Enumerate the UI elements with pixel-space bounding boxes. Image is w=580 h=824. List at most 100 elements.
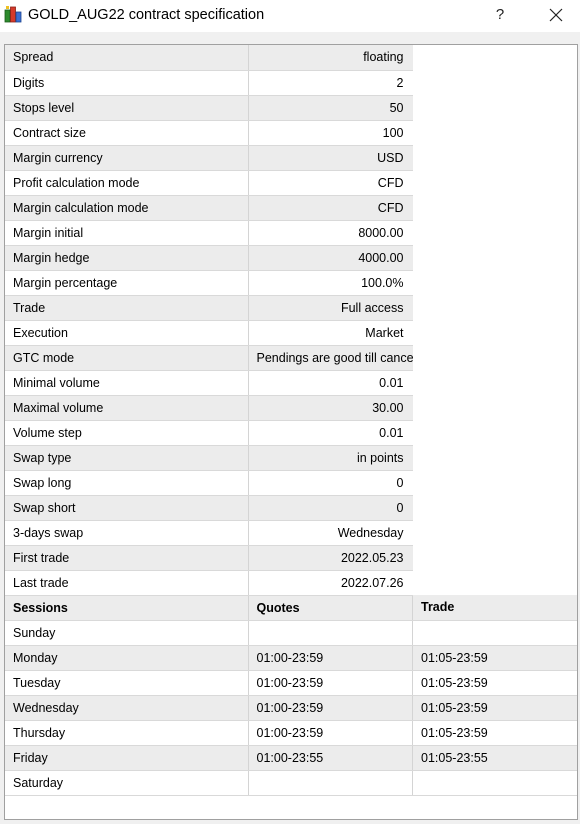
window-title: GOLD_AUG22 contract specification <box>28 7 265 23</box>
spec-row[interactable]: Execution Market <box>5 320 577 346</box>
quotes-header: Quotes <box>248 595 413 621</box>
session-trade: 01:05-23:59 <box>412 670 577 696</box>
session-row[interactable]: Tuesday 01:00-23:59 01:05-23:59 <box>5 670 577 696</box>
spec-row[interactable]: Margin hedge 4000.00 <box>5 245 577 271</box>
spec-value: 0 <box>248 495 413 521</box>
spec-value: Pendings are good till cancel <box>248 345 413 371</box>
spec-label: Trade <box>5 295 249 321</box>
spec-label: Minimal volume <box>5 370 249 396</box>
terminal-app-icon <box>4 5 22 23</box>
spec-value: Wednesday <box>248 520 413 546</box>
spec-value: CFD <box>248 195 413 221</box>
spec-label: Maximal volume <box>5 395 249 421</box>
session-quotes: 01:00-23:59 <box>248 670 413 696</box>
spec-row[interactable]: Swap short 0 <box>5 495 577 521</box>
spec-value: 0 <box>248 470 413 496</box>
spec-row[interactable]: Minimal volume 0.01 <box>5 370 577 396</box>
session-row[interactable]: Friday 01:00-23:55 01:05-23:55 <box>5 745 577 771</box>
spec-label: Stops level <box>5 95 249 121</box>
session-day: Monday <box>5 645 249 671</box>
sessions-header: Sessions <box>5 595 249 621</box>
spec-label: Margin hedge <box>5 245 249 271</box>
session-trade <box>412 620 577 646</box>
spec-label: Margin calculation mode <box>5 195 249 221</box>
spec-label: Execution <box>5 320 249 346</box>
session-quotes: 01:00-23:59 <box>248 720 413 746</box>
spec-row[interactable]: Last trade 2022.07.26 <box>5 570 577 596</box>
spec-row[interactable]: Margin currency USD <box>5 145 577 171</box>
spec-row[interactable]: Digits 2 <box>5 70 577 96</box>
spec-value: in points <box>248 445 413 471</box>
spec-label: Swap long <box>5 470 249 496</box>
sessions-header-row: Sessions Quotes Trade <box>5 595 577 621</box>
spec-row[interactable]: Margin percentage 100.0% <box>5 270 577 296</box>
title-bar: GOLD_AUG22 contract specification ? <box>0 0 580 32</box>
session-trade <box>412 770 577 796</box>
dialog-body: Spread floating Digits 2 Stops level 50 Contra… <box>0 32 580 824</box>
spec-row[interactable]: Trade Full access <box>5 295 577 321</box>
spec-label: Digits <box>5 70 249 96</box>
session-trade: 01:05-23:59 <box>412 720 577 746</box>
session-day: Thursday <box>5 720 249 746</box>
spec-label: Margin percentage <box>5 270 249 296</box>
spec-value: 50 <box>248 95 413 121</box>
spec-value: CFD <box>248 170 413 196</box>
spec-row[interactable]: Maximal volume 30.00 <box>5 395 577 421</box>
spec-value: 2 <box>248 70 413 96</box>
spec-value: 100.0% <box>248 270 413 296</box>
spec-value: USD <box>248 145 413 171</box>
spec-label: GTC mode <box>5 345 249 371</box>
spec-row[interactable]: Swap type in points <box>5 445 577 471</box>
spec-row[interactable]: Contract size 100 <box>5 120 577 146</box>
spec-label: Last trade <box>5 570 249 596</box>
spec-value: 0.01 <box>248 420 413 446</box>
session-quotes <box>248 770 413 796</box>
session-quotes: 01:00-23:55 <box>248 745 413 771</box>
spec-label: First trade <box>5 545 249 571</box>
spec-row[interactable]: Volume step 0.01 <box>5 420 577 446</box>
spec-label: Contract size <box>5 120 249 146</box>
spec-row[interactable]: GTC mode Pendings are good till cancel <box>5 345 577 371</box>
spec-row[interactable]: 3-days swap Wednesday <box>5 520 577 546</box>
session-day: Sunday <box>5 620 249 646</box>
specification-table: Spread floating Digits 2 Stops level 50 Contra… <box>5 45 577 796</box>
session-row[interactable]: Thursday 01:00-23:59 01:05-23:59 <box>5 720 577 746</box>
spec-value: Full access <box>248 295 413 321</box>
close-icon <box>549 8 563 22</box>
spec-value: 100 <box>248 120 413 146</box>
session-quotes: 01:00-23:59 <box>248 695 413 721</box>
session-day: Saturday <box>5 770 249 796</box>
session-day: Wednesday <box>5 695 249 721</box>
session-trade: 01:05-23:55 <box>412 745 577 771</box>
spec-row[interactable]: Profit calculation mode CFD <box>5 170 577 196</box>
spec-label: Swap short <box>5 495 249 521</box>
spec-row[interactable]: Stops level 50 <box>5 95 577 121</box>
spec-label: Volume step <box>5 420 249 446</box>
specification-list[interactable]: Spread floating Digits 2 Stops level 50 Contra… <box>4 44 578 820</box>
session-quotes <box>248 620 413 646</box>
spec-value: Market <box>248 320 413 346</box>
spec-row[interactable]: Swap long 0 <box>5 470 577 496</box>
help-button[interactable]: ? <box>486 2 514 28</box>
spec-label: Margin initial <box>5 220 249 246</box>
session-trade: 01:05-23:59 <box>412 645 577 671</box>
spec-label: Margin currency <box>5 145 249 171</box>
session-row[interactable]: Wednesday 01:00-23:59 01:05-23:59 <box>5 695 577 721</box>
session-day: Tuesday <box>5 670 249 696</box>
spec-value: 0.01 <box>248 370 413 396</box>
spec-value: 2022.07.26 <box>248 570 413 596</box>
session-row[interactable]: Monday 01:00-23:59 01:05-23:59 <box>5 645 577 671</box>
spec-value: 4000.00 <box>248 245 413 271</box>
close-button[interactable] <box>540 2 572 28</box>
spec-row[interactable]: Margin initial 8000.00 <box>5 220 577 246</box>
spec-row[interactable]: Margin calculation mode CFD <box>5 195 577 221</box>
spec-value: 8000.00 <box>248 220 413 246</box>
spec-label: Profit calculation mode <box>5 170 249 196</box>
session-row[interactable]: Sunday <box>5 620 577 646</box>
spec-row[interactable]: First trade 2022.05.23 <box>5 545 577 571</box>
session-row[interactable]: Saturday <box>5 770 577 796</box>
spec-value: 30.00 <box>248 395 413 421</box>
session-trade: 01:05-23:59 <box>412 695 577 721</box>
session-quotes: 01:00-23:59 <box>248 645 413 671</box>
spec-row[interactable]: Spread floating <box>5 45 577 71</box>
